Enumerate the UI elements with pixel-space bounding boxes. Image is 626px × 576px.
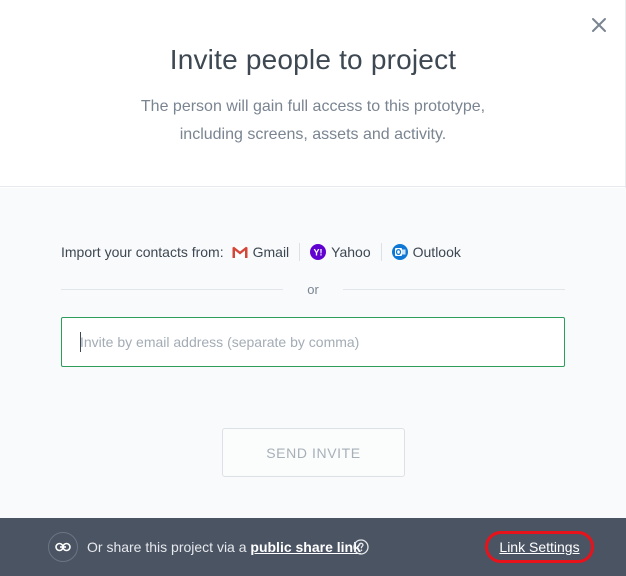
or-divider: or [61, 279, 565, 299]
invite-modal: Invite people to project The person will… [0, 0, 626, 576]
send-invite-button[interactable]: SEND INVITE [222, 428, 405, 477]
yahoo-icon: Y! [310, 244, 327, 260]
share-text: Or share this project via a public share… [87, 538, 361, 556]
divider-line-left [61, 288, 284, 290]
outlook-icon [391, 244, 408, 260]
gmail-icon [232, 244, 248, 260]
text-caret [80, 332, 81, 352]
help-icon[interactable] [353, 539, 369, 555]
divider-line-right [342, 288, 565, 290]
import-yahoo-button[interactable]: Y! Yahoo [310, 244, 371, 260]
link-icon [48, 532, 78, 562]
svg-text:Y!: Y! [314, 248, 323, 258]
close-icon [592, 18, 606, 32]
provider-separator [299, 243, 301, 261]
import-contacts-row: Import your contacts from: Gmail Y! Yaho… [61, 240, 461, 264]
modal-subtitle: The person will gain full access to this… [0, 93, 626, 149]
yahoo-label: Yahoo [331, 244, 371, 260]
provider-separator [380, 243, 382, 261]
subtitle-line-2: including screens, assets and activity. [179, 126, 447, 143]
share-prefix: Or share this project via a [87, 539, 247, 555]
email-input[interactable] [61, 317, 565, 367]
gmail-label: Gmail [252, 244, 290, 260]
public-share-link[interactable]: public share link [250, 539, 360, 555]
subtitle-line-1: The person will gain full access to this… [140, 98, 486, 115]
link-settings-button[interactable]: Link Settings [485, 531, 594, 563]
or-label: or [307, 281, 319, 297]
modal-header: Invite people to project The person will… [0, 0, 626, 187]
import-gmail-button[interactable]: Gmail [232, 244, 290, 260]
import-outlook-button[interactable]: Outlook [391, 244, 461, 260]
close-button[interactable] [589, 15, 609, 35]
modal-title: Invite people to project [169, 44, 457, 75]
outlook-label: Outlook [412, 244, 461, 260]
import-label: Import your contacts from: [61, 244, 224, 260]
